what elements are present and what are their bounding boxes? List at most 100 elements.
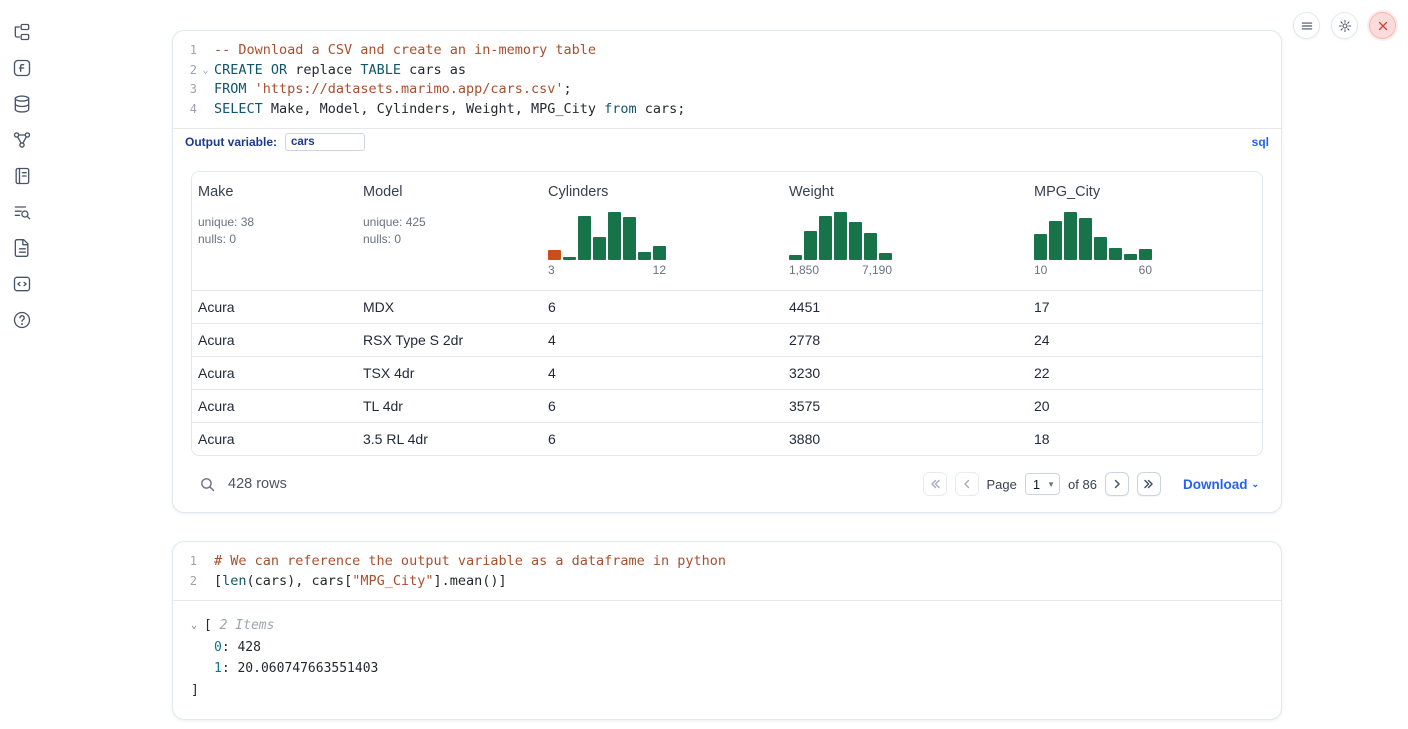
column-name: MPG_City — [1034, 184, 1262, 200]
code-text: CREATE OR replace TABLE cars as — [214, 61, 1281, 81]
page-total-label: of 86 — [1068, 477, 1097, 492]
sql-code-editor[interactable]: 1 -- Download a CSV and create an in-memo… — [173, 31, 1281, 128]
document-icon[interactable] — [11, 237, 33, 259]
prev-page-button[interactable] — [955, 472, 979, 496]
histogram-bar[interactable] — [548, 250, 561, 260]
table-footer: 428 rows Page 1 ▼ of 86 — [173, 464, 1281, 512]
histogram-bar[interactable] — [1079, 218, 1092, 260]
database-icon[interactable] — [11, 93, 33, 115]
histogram-bar[interactable] — [623, 217, 636, 260]
line-number: 2 — [173, 61, 197, 81]
histogram-bar[interactable] — [864, 233, 877, 260]
histogram-bar[interactable] — [879, 253, 892, 260]
histogram-bar[interactable] — [638, 252, 651, 260]
page-select-value: 1 — [1033, 477, 1040, 492]
code-line[interactable]: 1# We can reference the output variable … — [173, 552, 1281, 572]
table-row[interactable]: AcuraTSX 4dr4323022 — [192, 356, 1262, 389]
code-text: -- Download a CSV and create an in-memor… — [214, 41, 1281, 61]
language-badge[interactable]: sql — [1252, 135, 1269, 149]
table-cell: 24 — [1028, 332, 1262, 348]
histogram-bar[interactable] — [593, 237, 606, 260]
histogram-bar[interactable] — [1139, 249, 1152, 260]
help-icon[interactable] — [11, 309, 33, 331]
histogram-bar[interactable] — [563, 257, 576, 260]
code-line[interactable]: 2[len(cars), cars["MPG_City"].mean()] — [173, 572, 1281, 592]
table-cell: 4451 — [783, 299, 1028, 315]
line-number: 1 — [173, 552, 197, 572]
python-code-editor[interactable]: 1# We can reference the output variable … — [173, 542, 1281, 600]
topbar — [1293, 12, 1396, 39]
file-tree-icon[interactable] — [11, 21, 33, 43]
histogram-bar[interactable] — [653, 246, 666, 260]
histogram-axis: 312 — [548, 263, 666, 277]
table-cell: 3.5 RL 4dr — [357, 431, 542, 447]
table-cell: 6 — [542, 299, 783, 315]
close-button[interactable] — [1369, 12, 1396, 39]
table-header-row: Makeunique: 38nulls: 0Modelunique: 425nu… — [192, 172, 1262, 290]
histogram-axis: 1,8507,190 — [789, 263, 892, 277]
table-row[interactable]: Acura3.5 RL 4dr6388018 — [192, 422, 1262, 455]
table-cell: Acura — [192, 431, 357, 447]
dependency-graph-icon[interactable] — [11, 129, 33, 151]
histogram-bar[interactable] — [1124, 254, 1137, 260]
histogram-bar[interactable] — [1034, 234, 1047, 260]
fold-spacer — [197, 572, 214, 592]
next-page-button[interactable] — [1105, 472, 1129, 496]
histogram-bar[interactable] — [1094, 237, 1107, 260]
histogram-axis: 1060 — [1034, 263, 1152, 277]
output-tree-line: ] — [191, 680, 1281, 702]
table-row[interactable]: AcuraRSX Type S 2dr4277824 — [192, 323, 1262, 356]
snippets-icon[interactable] — [11, 273, 33, 295]
notebook: 1 -- Download a CSV and create an in-memo… — [172, 30, 1282, 720]
histogram-bar[interactable] — [804, 231, 817, 260]
first-page-button[interactable] — [923, 472, 947, 496]
last-page-button[interactable] — [1137, 472, 1161, 496]
histogram-bar[interactable] — [1049, 221, 1062, 260]
fold-icon[interactable]: ⌄ — [191, 615, 204, 637]
histogram-bar[interactable] — [1109, 248, 1122, 260]
column-header-Cylinders[interactable]: Cylinders312 — [542, 184, 783, 277]
fold-icon[interactable]: ⌄ — [197, 61, 214, 81]
histogram-bar[interactable] — [819, 216, 832, 260]
table-cell: RSX Type S 2dr — [357, 332, 542, 348]
column-histogram: 1,8507,190 — [789, 210, 892, 277]
table-cell: 22 — [1028, 365, 1262, 381]
column-name: Make — [198, 184, 357, 200]
histogram-bar[interactable] — [789, 255, 802, 260]
table-cell: 20 — [1028, 398, 1262, 414]
column-header-MPG_City[interactable]: MPG_City 1060 — [1028, 184, 1262, 277]
results-table: Makeunique: 38nulls: 0Modelunique: 425nu… — [191, 171, 1263, 456]
table-row[interactable]: AcuraMDX6445117 — [192, 290, 1262, 323]
table-row[interactable]: AcuraTL 4dr6357520 — [192, 389, 1262, 422]
list-search-icon[interactable] — [11, 201, 33, 223]
table-cell: TSX 4dr — [357, 365, 542, 381]
python-cell: 1# We can reference the output variable … — [172, 541, 1282, 720]
code-line[interactable]: 3FROM 'https://datasets.marimo.app/cars.… — [173, 80, 1281, 100]
column-header-Make[interactable]: Makeunique: 38nulls: 0 — [192, 184, 357, 247]
table-cell: MDX — [357, 299, 542, 315]
histogram-bar[interactable] — [849, 222, 862, 260]
code-line[interactable]: 2⌄CREATE OR replace TABLE cars as — [173, 61, 1281, 81]
histogram-bar[interactable] — [1064, 212, 1077, 260]
column-stats: unique: 425nulls: 0 — [363, 214, 542, 247]
line-number: 1 — [173, 41, 197, 61]
search-icon[interactable] — [199, 476, 216, 493]
histogram-bar[interactable] — [608, 212, 621, 260]
code-line[interactable]: 1 -- Download a CSV and create an in-memo… — [173, 41, 1281, 61]
output-tree-line: ⌄[ 2 Items — [191, 615, 1281, 637]
notebook-icon[interactable] — [11, 165, 33, 187]
settings-button[interactable] — [1331, 12, 1358, 39]
page-select[interactable]: 1 ▼ — [1025, 473, 1060, 495]
download-button[interactable]: Download ⌄ — [1183, 477, 1259, 492]
histogram-bar[interactable] — [834, 212, 847, 260]
table-cell: 4 — [542, 365, 783, 381]
chevron-down-icon: ▼ — [1047, 480, 1055, 489]
histogram-bar[interactable] — [578, 216, 591, 260]
output-tree-line: 0: 428 — [191, 637, 1281, 659]
column-header-Weight[interactable]: Weight1,8507,190 — [783, 184, 1028, 277]
output-variable-input[interactable] — [285, 133, 365, 151]
function-icon[interactable] — [11, 57, 33, 79]
column-header-Model[interactable]: Modelunique: 425nulls: 0 — [357, 184, 542, 247]
code-line[interactable]: 4SELECT Make, Model, Cylinders, Weight, … — [173, 100, 1281, 120]
menu-button[interactable] — [1293, 12, 1320, 39]
